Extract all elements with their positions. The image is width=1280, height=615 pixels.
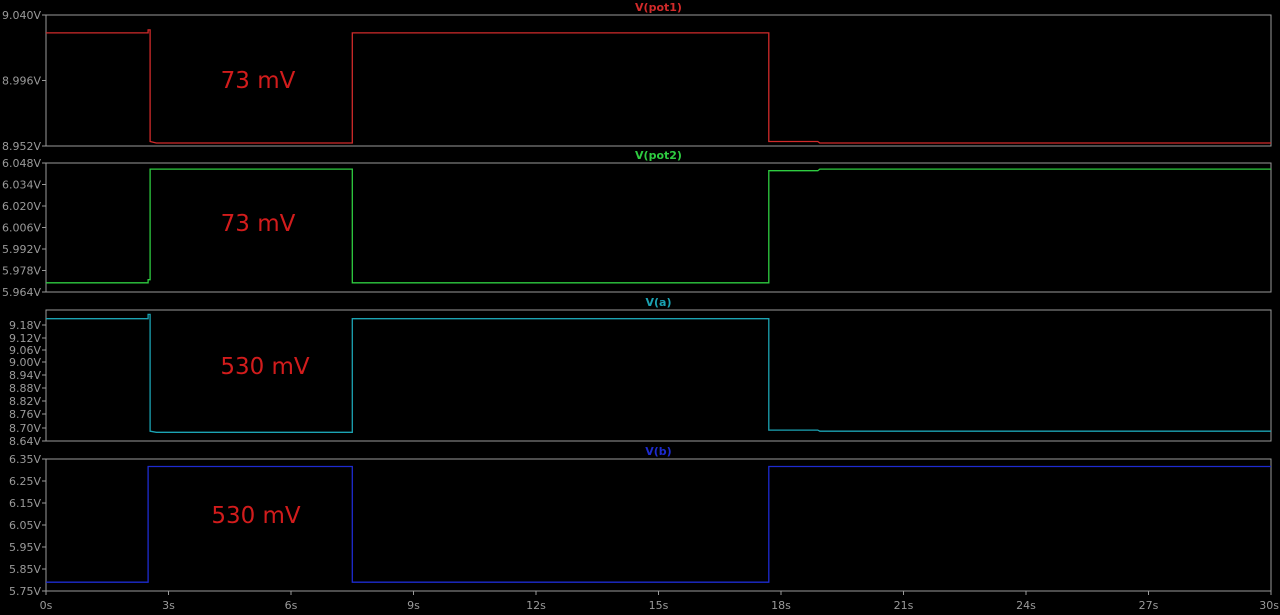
y-tick-label: 8.64V bbox=[9, 435, 41, 448]
x-tick-label: 0s bbox=[40, 599, 53, 612]
y-tick-label: 5.75V bbox=[9, 585, 41, 598]
y-tick-label: 8.82V bbox=[9, 395, 41, 408]
x-tick-label: 12s bbox=[526, 599, 546, 612]
trace-title: V(pot1) bbox=[635, 1, 682, 14]
x-tick-label: 18s bbox=[771, 599, 791, 612]
y-tick-label: 6.15V bbox=[9, 497, 41, 510]
y-tick-label: 5.992V bbox=[2, 243, 41, 256]
y-tick-label: 6.35V bbox=[9, 453, 41, 466]
y-tick-label: 6.048V bbox=[2, 157, 41, 170]
y-tick-label: 6.034V bbox=[2, 179, 41, 192]
delta-annotation: 530 mV bbox=[220, 354, 310, 380]
delta-annotation: 73 mV bbox=[221, 211, 296, 237]
y-tick-label: 9.040V bbox=[2, 9, 41, 22]
trace-title: V(pot2) bbox=[635, 149, 682, 162]
x-tick-label: 27s bbox=[1139, 599, 1159, 612]
delta-annotation: 73 mV bbox=[221, 68, 296, 94]
x-tick-label: 3s bbox=[162, 599, 175, 612]
trace-title: V(b) bbox=[645, 445, 671, 458]
trace-title: V(a) bbox=[646, 296, 672, 309]
x-tick-label: 9s bbox=[407, 599, 420, 612]
y-tick-label: 8.76V bbox=[9, 408, 41, 421]
y-tick-label: 5.964V bbox=[2, 286, 41, 299]
y-tick-label: 5.95V bbox=[9, 541, 41, 554]
y-tick-label: 6.006V bbox=[2, 222, 41, 235]
y-tick-label: 8.94V bbox=[9, 369, 41, 382]
x-tick-label: 6s bbox=[285, 599, 298, 612]
y-tick-label: 8.996V bbox=[2, 75, 41, 88]
y-tick-label: 6.25V bbox=[9, 475, 41, 488]
delta-annotation: 530 mV bbox=[211, 503, 301, 529]
y-tick-label: 6.05V bbox=[9, 519, 41, 532]
y-tick-label: 8.70V bbox=[9, 422, 41, 435]
y-tick-label: 5.85V bbox=[9, 563, 41, 576]
x-tick-label: 21s bbox=[894, 599, 914, 612]
y-tick-label: 9.18V bbox=[9, 319, 41, 332]
y-tick-label: 6.020V bbox=[2, 200, 41, 213]
x-tick-label: 30s bbox=[1259, 599, 1279, 612]
x-tick-label: 15s bbox=[649, 599, 669, 612]
x-tick-label: 24s bbox=[1016, 599, 1036, 612]
y-tick-label: 8.952V bbox=[2, 140, 41, 153]
y-tick-label: 9.00V bbox=[9, 356, 41, 369]
waveform-viewer: V(pot1) 9.040V 8.996V 8.952V 73 mV V(pot2) 6.0… bbox=[2, 1, 1279, 612]
y-tick-label: 8.88V bbox=[9, 382, 41, 395]
y-tick-label: 5.978V bbox=[2, 265, 41, 278]
